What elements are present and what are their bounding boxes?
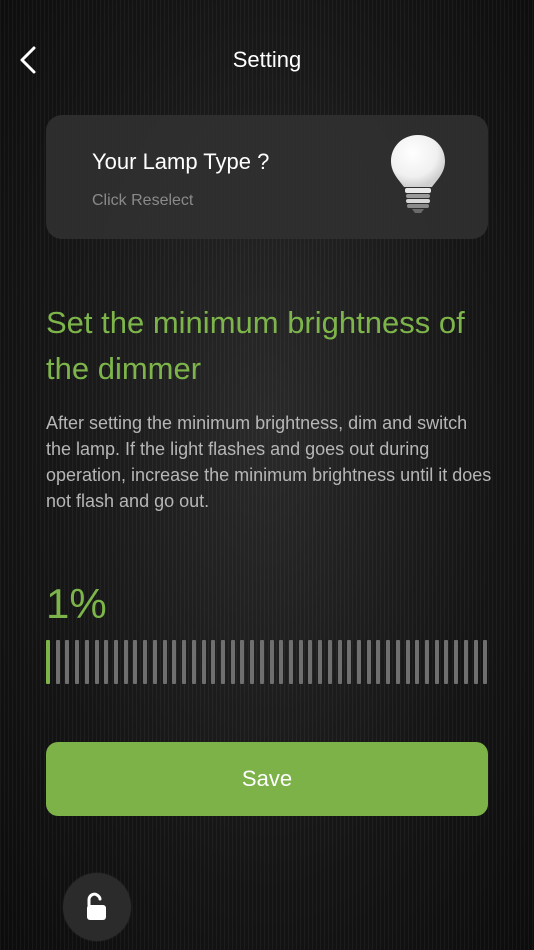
- slider-tick: [376, 640, 381, 684]
- slider-tick: [114, 640, 119, 684]
- slider-tick: [201, 640, 206, 684]
- slider-tick: [211, 640, 216, 684]
- save-button[interactable]: Save: [46, 742, 488, 816]
- slider-tick: [347, 640, 352, 684]
- slider-tick: [405, 640, 410, 684]
- slider-tick: [415, 640, 420, 684]
- slider-tick: [182, 640, 187, 684]
- slider-tick: [357, 640, 361, 684]
- slider-tick: [483, 640, 488, 684]
- slider-tick: [366, 640, 371, 684]
- slider-tick: [444, 640, 449, 684]
- slider-tick: [240, 640, 245, 684]
- slider-tick: [318, 640, 323, 684]
- slider-tick: [288, 640, 293, 684]
- slider-tick: [434, 640, 439, 684]
- slider-tick: [152, 640, 157, 684]
- slider-tick: [162, 640, 167, 684]
- slider-tick: [269, 640, 274, 684]
- slider-tick: [65, 640, 70, 684]
- slider-tick: [104, 640, 109, 684]
- lamp-type-title: Your Lamp Type ?: [92, 149, 270, 174]
- light-bulb-icon: [391, 135, 445, 213]
- slider-tick: [279, 640, 284, 684]
- slider-tick: [220, 640, 225, 684]
- slider-tick: [94, 640, 99, 684]
- slider-tick: [386, 640, 391, 684]
- header: Setting: [0, 0, 534, 120]
- slider-tick: [230, 640, 235, 684]
- slider-tick: [454, 640, 459, 684]
- slider-tick: [250, 640, 255, 684]
- unlock-icon: [87, 892, 106, 920]
- slider-tick: [133, 640, 138, 684]
- slider-tick: [172, 640, 177, 684]
- slider-tick: [46, 640, 50, 684]
- slider-tick: [425, 640, 430, 684]
- slider-tick: [308, 640, 313, 684]
- slider-tick: [327, 640, 332, 684]
- slider-tick: [84, 640, 89, 684]
- dimmer-heading: Set the minimum brightness of the dimmer: [46, 305, 465, 386]
- slider-tick: [463, 640, 468, 684]
- slider-tick: [298, 640, 303, 684]
- slider-tick: [123, 640, 128, 684]
- brightness-value: 1%: [46, 580, 107, 627]
- brightness-slider[interactable]: [46, 640, 488, 684]
- slider-tick: [473, 640, 478, 684]
- page-title: Setting: [232, 47, 302, 72]
- slider-tick: [259, 640, 264, 684]
- reselect-link[interactable]: Click Reselect: [92, 192, 193, 210]
- slider-tick: [337, 640, 342, 684]
- slider-tick: [55, 640, 60, 684]
- slider-tick: [191, 640, 196, 684]
- slider-tick: [395, 640, 400, 684]
- dimmer-description: After setting the minimum brightness, di…: [46, 413, 492, 511]
- slider-tick: [143, 640, 148, 684]
- lamp-type-card[interactable]: Your Lamp Type ? Click Reselect: [46, 115, 488, 239]
- lock-button[interactable]: [63, 873, 131, 941]
- slider-tick: [75, 640, 80, 684]
